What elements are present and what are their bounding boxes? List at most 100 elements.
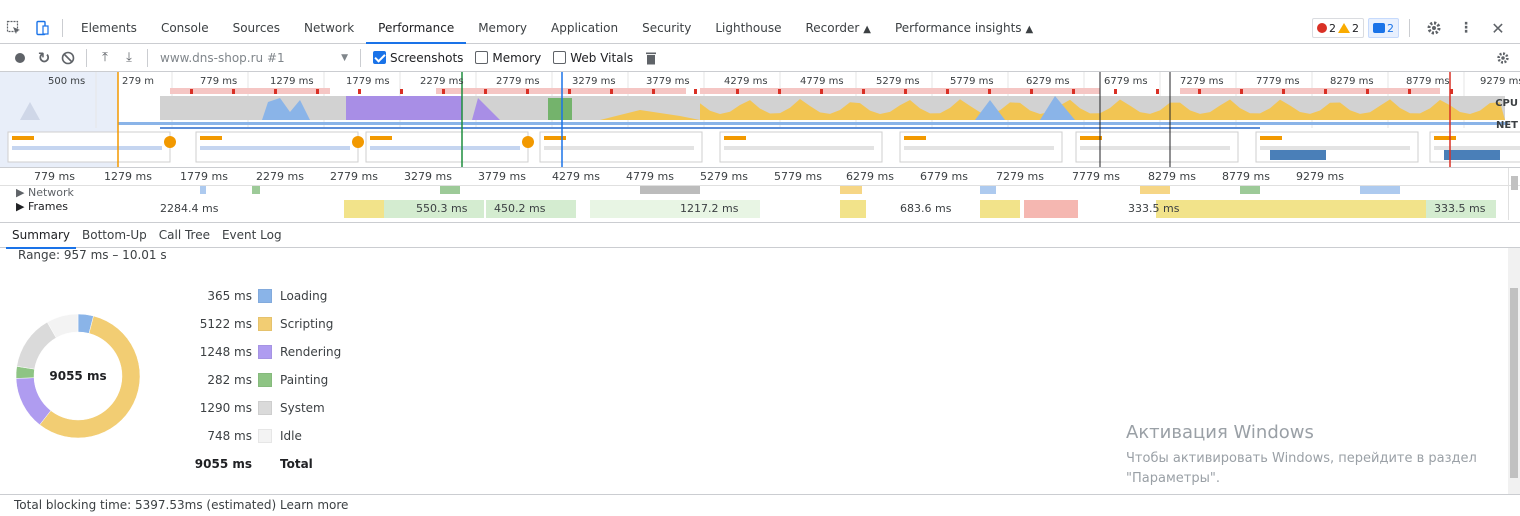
network-track-label[interactable]: ▶ Network (16, 186, 74, 199)
record-icon[interactable] (8, 46, 32, 70)
network-marker (1072, 89, 1075, 94)
tab-network[interactable]: Network (292, 12, 366, 44)
frame-duration: 2284.4 ms (160, 202, 219, 215)
experiment-flask-icon: ▲ (863, 24, 871, 35)
legend-swatch (258, 289, 272, 303)
tab-sources[interactable]: Sources (221, 12, 292, 44)
close-icon[interactable]: ✕ (1484, 14, 1512, 42)
device-toolbar-icon[interactable] (28, 14, 56, 42)
issues-counter[interactable]: 2 2 (1312, 18, 1364, 38)
webvitals-checkbox[interactable]: Web Vitals (553, 51, 633, 65)
flamechart-tracks[interactable]: ▶ Network ▶ Frames 2284.4 ms 550.3 ms 450.… (0, 186, 1508, 220)
gear-icon[interactable] (1420, 14, 1448, 42)
tab-application[interactable]: Application (539, 12, 630, 44)
legend-label: Scripting (280, 317, 334, 331)
overview-tick: 5779 ms (950, 76, 994, 87)
overview-tick: 6279 ms (1026, 76, 1070, 87)
tab-lighthouse[interactable]: Lighthouse (703, 12, 793, 44)
performance-toolbar: ↻ ⤒ ⤓ www.dns-shop.ru #1 ▼ Screenshots M… (0, 44, 1520, 72)
legend-row-scripting: 5122 ms Scripting (150, 314, 333, 334)
tab-call-tree[interactable]: Call Tree (153, 223, 216, 248)
frame-duration: 333.5 ms (1434, 202, 1486, 215)
messages-counter[interactable]: 2 (1368, 18, 1399, 38)
tab-label: Elements (81, 21, 137, 35)
tab-console[interactable]: Console (149, 12, 221, 44)
frame-duration: 683.6 ms (900, 202, 952, 215)
cpu-rendering-area (346, 96, 462, 120)
details-tabs: Summary Bottom-Up Call Tree Event Log (0, 222, 1520, 249)
capture-settings-gear-icon[interactable] (1496, 46, 1520, 70)
screenshots-checkbox[interactable]: Screenshots (373, 51, 463, 65)
tracks-scrollbar[interactable] (1508, 168, 1520, 220)
legend-row-total: 9055 ms Total (150, 454, 313, 474)
status-bar: Total blocking time: 5397.53ms (estimate… (0, 494, 1520, 515)
net-label: NET (1495, 120, 1518, 131)
tab-event-log[interactable]: Event Log (216, 223, 288, 248)
ruler-tick: 4279 ms (552, 170, 600, 183)
network-marker (232, 89, 235, 94)
tab-label: Network (304, 21, 355, 35)
clear-icon[interactable] (56, 46, 80, 70)
timeline-overview[interactable]: 500 ms 279 m 779 ms 1279 ms 1779 ms 2279 ms 27… (0, 72, 1520, 168)
upload-icon[interactable]: ⤒ (93, 46, 117, 70)
thumbnail-logo (1434, 136, 1456, 140)
cpu-painting-area (548, 98, 572, 120)
network-request (1140, 186, 1170, 194)
network-marker (820, 89, 823, 94)
profile-select-value: www.dns-shop.ru #1 (160, 50, 285, 65)
tab-memory[interactable]: Memory (466, 12, 539, 44)
ruler-tick: 7779 ms (1072, 170, 1120, 183)
donut-total: 9055 ms (49, 369, 107, 383)
frame-partial (840, 200, 866, 218)
tab-label: Application (551, 21, 619, 35)
tab-recorder[interactable]: Recorder ▲ (794, 12, 883, 44)
legend-row-loading: 365 ms Loading (150, 286, 327, 306)
network-marker (610, 89, 613, 94)
network-marker (1156, 89, 1159, 94)
ruler-tick: 8279 ms (1148, 170, 1196, 183)
tab-elements[interactable]: Elements (69, 12, 149, 44)
thumbnail-logo (1260, 136, 1282, 140)
more-options-icon[interactable]: ⋮ (1452, 14, 1480, 42)
cpu-label: CPU (1495, 98, 1518, 109)
network-marker (1282, 89, 1285, 94)
thumbnail-nav (544, 146, 694, 150)
scrollbar-thumb[interactable] (1510, 288, 1518, 478)
frames-graph (200, 186, 1496, 218)
tab-performance[interactable]: Performance (366, 12, 467, 44)
ruler-tick: 7279 ms (996, 170, 1044, 183)
legend-swatch (258, 317, 272, 331)
network-request (1360, 186, 1400, 194)
frames-track-label[interactable]: ▶ Frames (16, 200, 68, 213)
thumbnail-logo (724, 136, 746, 140)
tab-label: Console (160, 21, 209, 35)
legend-row-idle: 748 ms Idle (150, 426, 302, 446)
tab-performance-insights[interactable]: Performance insights ▲ (883, 12, 1045, 44)
overview-tick: 9279 ms (1480, 76, 1520, 87)
status-text: Total blocking time: 5397.53ms (estimate… (14, 498, 349, 512)
scrollbar-thumb[interactable] (1511, 176, 1518, 190)
overview-tick: 5279 ms (876, 76, 920, 87)
memory-label: Memory (492, 50, 542, 65)
overview-tick: 1279 ms (270, 76, 314, 87)
legend-label: Loading (280, 289, 328, 303)
thumbnail-logo (12, 136, 34, 140)
legend-swatch (258, 373, 272, 387)
tab-security[interactable]: Security (630, 12, 703, 44)
legend-swatch (258, 429, 272, 443)
ruler-tick: 3279 ms (404, 170, 452, 183)
inspect-element-icon[interactable] (0, 14, 28, 42)
download-icon[interactable]: ⤓ (117, 46, 141, 70)
tab-bottom-up[interactable]: Bottom-Up (76, 223, 153, 248)
top-gap (0, 0, 1520, 12)
panel-tabs: Elements Console Sources Network Performance… (69, 12, 1045, 44)
profile-select[interactable]: www.dns-shop.ru #1 ▼ (154, 51, 354, 65)
overview-tick: 1779 ms (346, 76, 390, 87)
memory-checkbox[interactable]: Memory (475, 51, 541, 65)
summary-scrollbar[interactable] (1508, 248, 1520, 494)
trash-icon[interactable] (639, 46, 663, 70)
experiment-flask-icon: ▲ (1025, 24, 1034, 35)
tab-summary[interactable]: Summary (6, 223, 76, 249)
reload-record-icon[interactable]: ↻ (32, 46, 56, 70)
network-marker (694, 89, 697, 94)
